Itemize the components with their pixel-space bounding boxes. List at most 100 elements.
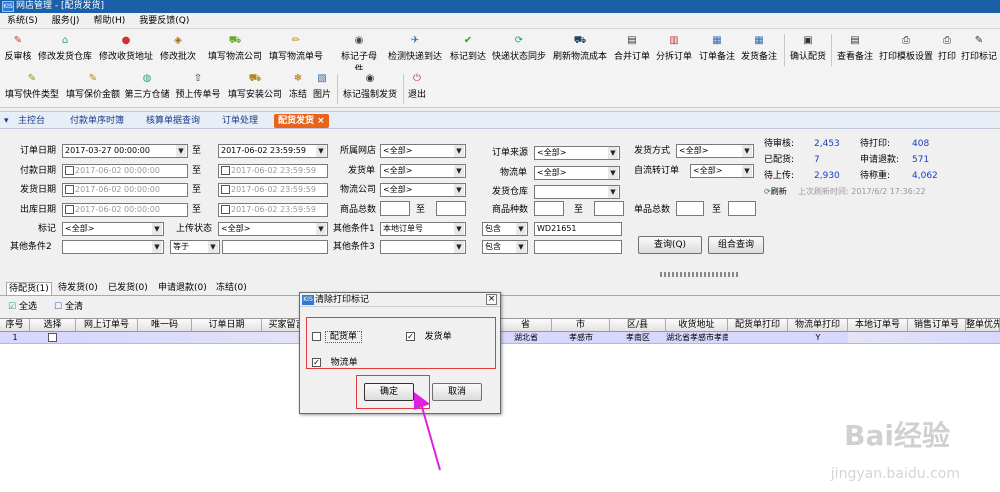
ship-date-to[interactable]: 2017-06-02 23:59:59: [218, 183, 328, 197]
split-order-button[interactable]: ▥ 分拆订单: [654, 34, 694, 62]
fill-install-company-button[interactable]: ⛟ 填写安装公司: [226, 72, 284, 100]
tab-frozen[interactable]: 冻结(0): [216, 282, 247, 295]
confirm-allocation-button[interactable]: ▣ 确认配货: [788, 34, 828, 62]
opt-alloc-checkbox[interactable]: [312, 332, 321, 341]
auto-transfer-select[interactable]: <全部>: [690, 164, 754, 178]
print-template-button[interactable]: ⎙ 打印模板设置: [878, 34, 934, 62]
other3-field-select[interactable]: [380, 240, 466, 254]
mark-parent-child-button[interactable]: ◉标记子母件: [337, 34, 381, 75]
item-kinds-max[interactable]: [594, 201, 624, 216]
other1-field-select[interactable]: 本地订单号: [380, 222, 466, 236]
logistics-co-select[interactable]: <全部>: [380, 183, 466, 197]
grid-header-local-order[interactable]: 本地订单号: [848, 319, 908, 332]
tab-allocation-shipping[interactable]: 配货发货 ×: [274, 114, 329, 128]
third-party-storage-button[interactable]: ◍ 第三方仓储: [124, 72, 170, 100]
grid-header-unique-code[interactable]: 唯一码: [138, 319, 192, 332]
ship-date-to-checkbox[interactable]: [221, 185, 230, 194]
order-date-to[interactable]: 2017-06-02 23:59:59: [218, 144, 328, 158]
opt-logistics[interactable]: ✓ 物流单: [312, 355, 358, 368]
menu-feedback[interactable]: 我要反馈(Q): [132, 13, 196, 29]
print-mark-button[interactable]: ✎ 打印标记: [959, 34, 999, 62]
order-source-select[interactable]: <全部>: [534, 146, 620, 160]
opt-logistics-checkbox[interactable]: ✓: [312, 358, 321, 367]
select-all-button[interactable]: ☑ 全选: [8, 299, 37, 312]
freeze-button[interactable]: ❄ 冻结: [287, 72, 309, 100]
single-total-max[interactable]: [728, 201, 756, 216]
tab-shipped[interactable]: 已发货(0): [108, 282, 148, 295]
order-note-button[interactable]: ▦ 订单备注: [697, 34, 737, 62]
row-checkbox[interactable]: [48, 333, 57, 342]
menu-service[interactable]: 服务(J): [45, 13, 87, 29]
clear-all-button[interactable]: ☐ 全清: [54, 299, 83, 312]
opt-ship-checkbox[interactable]: ✓: [406, 332, 415, 341]
out-date-to[interactable]: 2017-06-02 23:59:59: [218, 203, 328, 217]
edit-address-button[interactable]: ● 修改收货地址: [97, 34, 155, 62]
check-delivery-button[interactable]: ✈ 检测快递到达: [387, 34, 443, 62]
edit-batch-button[interactable]: ◈ 修改批次: [157, 34, 199, 62]
other3-value-input[interactable]: [534, 240, 622, 254]
logistics-no-select[interactable]: <全部>: [534, 166, 620, 180]
sync-express-button[interactable]: ⟳ 快递状态同步: [491, 34, 547, 62]
item-total-min[interactable]: [380, 201, 410, 216]
print-button[interactable]: ⎙ 打印: [936, 34, 958, 62]
image-button[interactable]: ▧ 图片: [311, 72, 333, 100]
upload-status-select[interactable]: <全部>: [218, 222, 328, 236]
ship-date-checkbox[interactable]: [65, 185, 74, 194]
grid-header-select[interactable]: 选择: [30, 319, 76, 332]
panel-splitter[interactable]: [660, 272, 740, 277]
tab-refund-request[interactable]: 申请退款(0): [158, 282, 207, 295]
pre-upload-button[interactable]: ⇧ 预上传单号: [174, 72, 222, 100]
grid-header-seq[interactable]: 序号: [0, 319, 30, 332]
ship-note-button[interactable]: ▦ 发货备注: [739, 34, 779, 62]
edit-warehouse-button[interactable]: ⌂ 修改发货仓库: [36, 34, 94, 62]
view-note-button[interactable]: ▤ 查看备注: [835, 34, 875, 62]
ship-warehouse-select[interactable]: [534, 185, 620, 199]
combo-query-button[interactable]: 组合查询: [708, 236, 764, 254]
tab-accounting-query[interactable]: 核算单据查询: [146, 114, 200, 128]
grid-header-logistics-print[interactable]: 物流单打印: [788, 319, 848, 332]
tab-pending-ship[interactable]: 待发货(0): [58, 282, 98, 295]
ship-no-select[interactable]: <全部>: [380, 164, 466, 178]
grid-header-sales-order[interactable]: 销售订单号: [908, 319, 966, 332]
tab-order-processing[interactable]: 订单处理: [222, 114, 258, 128]
grid-header-district[interactable]: 区/县: [610, 319, 666, 332]
grid-header-city[interactable]: 市: [552, 319, 610, 332]
pay-date-checkbox[interactable]: [65, 166, 74, 175]
other1-value-input[interactable]: WD21651: [534, 222, 622, 236]
tab-payment-journal[interactable]: 付款单序时簿: [70, 114, 124, 128]
grid-header-alloc-print[interactable]: 配货单打印: [728, 319, 788, 332]
other3-op-select[interactable]: 包含: [482, 240, 528, 254]
other1-op-select[interactable]: 包含: [482, 222, 528, 236]
opt-alloc[interactable]: 配货单: [312, 329, 362, 343]
menu-help[interactable]: 帮助(H): [86, 13, 132, 29]
opt-ship[interactable]: ✓ 发货单: [406, 329, 452, 342]
pay-date-from[interactable]: 2017-06-02 00:00:00: [62, 164, 188, 178]
merge-order-button[interactable]: ▤ 合并订单: [612, 34, 652, 62]
item-kinds-min[interactable]: [534, 201, 564, 216]
fill-logistics-no-button[interactable]: ✏ 填写物流单号: [266, 34, 326, 62]
grid-header-online-order[interactable]: 网上订单号: [76, 319, 138, 332]
query-button[interactable]: 查询(Q): [638, 236, 702, 254]
unreview-button[interactable]: ✎ 反审核: [3, 34, 33, 62]
tab-pending-allocation[interactable]: 待配货(1): [6, 282, 52, 295]
grid-header-address[interactable]: 收货地址: [666, 319, 728, 332]
refresh-link[interactable]: ⟳刷新: [764, 185, 787, 198]
fill-logistics-company-button[interactable]: ⛟ 填写物流公司: [206, 34, 264, 62]
single-total-min[interactable]: [676, 201, 704, 216]
other2-value-input[interactable]: [222, 240, 328, 254]
refresh-cost-button[interactable]: ⛟ 刷新物流成本: [551, 34, 609, 62]
mark-arrived-button[interactable]: ✔ 标记到达: [448, 34, 488, 62]
shop-select[interactable]: <全部>: [380, 144, 466, 158]
item-total-max[interactable]: [436, 201, 466, 216]
mark-select[interactable]: <全部>: [62, 222, 164, 236]
close-tab-icon[interactable]: ×: [317, 116, 325, 126]
order-date-from[interactable]: 2017-03-27 00:00:00: [62, 144, 188, 158]
fill-insured-button[interactable]: ✎ 填写保价金额: [64, 72, 122, 100]
dialog-close-icon[interactable]: ×: [486, 294, 497, 305]
tab-console[interactable]: 主控台: [18, 114, 45, 128]
grid-header-province[interactable]: 省: [500, 319, 552, 332]
force-ship-button[interactable]: ◉ 标记强制发货: [341, 72, 399, 100]
out-date-checkbox[interactable]: [65, 205, 74, 214]
other2-op-select[interactable]: 等于: [170, 240, 220, 254]
nav-menu-toggle[interactable]: ▾: [4, 114, 9, 128]
